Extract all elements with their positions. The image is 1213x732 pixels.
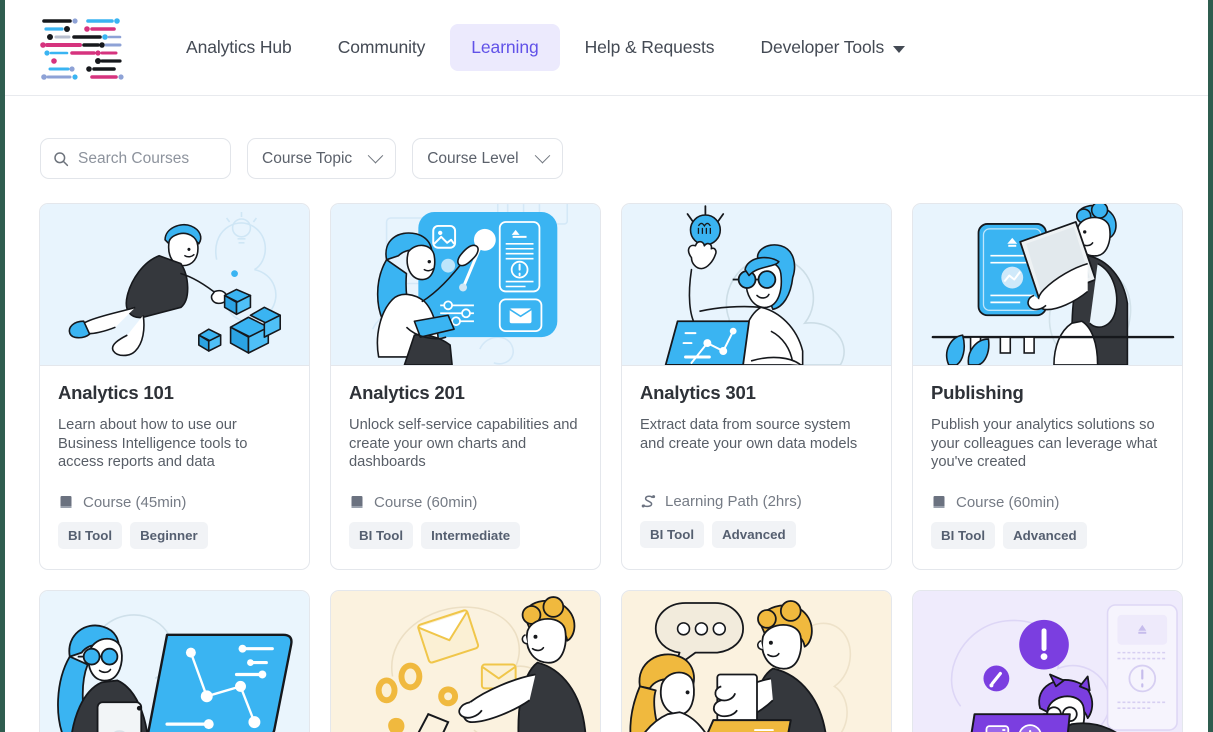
card-illustration	[913, 590, 1182, 732]
card-tags: BI Tool Advanced	[640, 521, 873, 548]
page-shell: Analytics Hub Community Learning Help & …	[5, 0, 1208, 732]
course-card[interactable]	[39, 589, 310, 732]
card-illustration	[331, 204, 600, 366]
card-meta: Course (60min)	[349, 494, 582, 511]
learning-path-icon	[641, 494, 656, 507]
woman-tablet-chart-illustration	[57, 613, 293, 732]
nav-label: Community	[337, 37, 426, 57]
card-title: Analytics 301	[640, 382, 756, 403]
course-card[interactable]	[330, 589, 601, 732]
card-tags: BI Tool Advanced	[931, 521, 1164, 549]
search-input[interactable]	[78, 149, 218, 168]
card-tags: BI Tool Beginner	[58, 521, 291, 549]
course-level-select[interactable]: Course Level	[412, 138, 563, 179]
person-alert-icons-illustration	[950, 603, 1178, 732]
card-content: Analytics 201 Unlock self-service capabi…	[331, 366, 600, 569]
card-description: Extract data from source system and crea…	[640, 417, 858, 452]
card-tags: BI Tool Intermediate	[349, 521, 582, 549]
card-illustration	[913, 204, 1182, 366]
nav-item-help-requests[interactable]: Help & Requests	[564, 24, 736, 71]
nav-label: Learning	[471, 37, 539, 57]
course-card[interactable]: Analytics 101 Learn about how to use our…	[39, 203, 310, 570]
card-title: Analytics 201	[349, 382, 465, 403]
nav-item-developer-tools[interactable]: Developer Tools	[739, 24, 926, 71]
person-stacking-blocks-illustration	[68, 212, 282, 357]
book-icon	[60, 496, 72, 508]
card-illustration	[331, 590, 600, 732]
card-title: Publishing	[931, 382, 1024, 403]
chevron-down-icon	[367, 147, 384, 164]
card-meta-text: Learning Path (2hrs)	[665, 493, 802, 510]
two-people-talking-illustration	[629, 599, 852, 732]
card-meta: Learning Path (2hrs)	[640, 493, 873, 510]
nav-item-learning[interactable]: Learning	[450, 24, 560, 71]
filter-bar: Course Topic Course Level	[5, 96, 1208, 179]
search-icon	[54, 151, 69, 166]
card-meta-text: Course (60min)	[374, 493, 478, 511]
course-card[interactable]	[621, 589, 892, 732]
search-courses-field[interactable]	[40, 138, 231, 179]
app-window: Analytics Hub Community Learning Help & …	[5, 0, 1208, 732]
card-description: Publish your analytics solutions so your…	[931, 417, 1158, 470]
course-level-label: Course Level	[427, 149, 519, 167]
nav-label: Analytics Hub	[186, 37, 292, 57]
card-illustration	[40, 590, 309, 732]
woman-pointing-touchscreen-illustration	[371, 204, 569, 365]
chevron-down-icon	[893, 45, 906, 53]
man-email-icons-illustration	[375, 595, 587, 732]
person-holding-panel-illustration	[931, 204, 1175, 365]
card-content: Analytics 101 Learn about how to use our…	[40, 366, 309, 569]
tag[interactable]: Advanced	[712, 521, 796, 548]
card-illustration	[40, 204, 309, 366]
card-content: Analytics 301 Extract data from source s…	[622, 366, 891, 568]
card-description: Learn about how to use our Business Inte…	[58, 417, 248, 470]
tag[interactable]: BI Tool	[349, 521, 414, 549]
tag[interactable]: Advanced	[1003, 521, 1087, 549]
tag[interactable]: BI Tool	[640, 521, 705, 548]
book-icon	[351, 496, 363, 508]
card-meta-text: Course (45min)	[83, 493, 187, 511]
course-card[interactable]: Publishing Publish your analytics soluti…	[912, 203, 1183, 570]
analytics-logo[interactable]	[36, 15, 124, 80]
tag[interactable]: BI Tool	[931, 521, 996, 549]
tag[interactable]: Beginner	[130, 521, 208, 549]
tag[interactable]: Intermediate	[421, 521, 521, 549]
card-meta: Course (45min)	[58, 494, 291, 511]
course-topic-label: Course Topic	[262, 149, 353, 167]
book-icon	[933, 496, 945, 508]
main-nav: Analytics Hub Community Learning Help & …	[165, 24, 926, 71]
course-card[interactable]: Analytics 201 Unlock self-service capabi…	[330, 203, 601, 570]
app-header: Analytics Hub Community Learning Help & …	[5, 0, 1208, 96]
nav-label: Help & Requests	[584, 37, 715, 57]
card-content: Publishing Publish your analytics soluti…	[913, 366, 1182, 569]
card-title: Analytics 101	[58, 382, 174, 403]
nav-item-analytics-hub[interactable]: Analytics Hub	[165, 24, 313, 71]
card-meta: Course (60min)	[931, 494, 1164, 511]
card-description: Unlock self-service capabilities and cre…	[349, 417, 578, 470]
logo-glyph	[40, 18, 124, 80]
card-illustration	[622, 204, 891, 366]
course-topic-select[interactable]: Course Topic	[247, 138, 397, 179]
chevron-down-icon	[534, 147, 550, 164]
person-lightbulb-laptop-illustration	[664, 205, 845, 365]
course-card-grid: Analytics 101 Learn about how to use our…	[5, 179, 1208, 732]
course-card[interactable]	[912, 589, 1183, 732]
nav-item-community[interactable]: Community	[317, 24, 447, 71]
course-card[interactable]: Analytics 301 Extract data from source s…	[621, 203, 892, 570]
tag[interactable]: BI Tool	[58, 521, 123, 549]
nav-label: Developer Tools	[760, 37, 885, 57]
card-meta-text: Course (60min)	[956, 493, 1060, 511]
card-illustration	[622, 590, 891, 732]
